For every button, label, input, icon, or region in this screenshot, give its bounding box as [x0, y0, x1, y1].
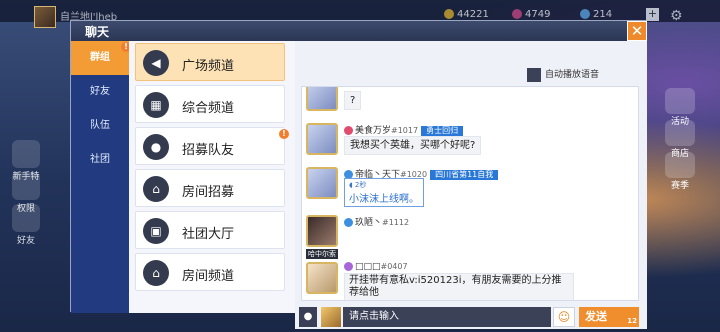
- send-button[interactable]: 发送 12: [579, 307, 639, 327]
- channel-room-label: 房间频道: [182, 269, 235, 284]
- auto-voice-toggle[interactable]: 自动播放语音: [527, 67, 599, 82]
- channel-recruit-badge: !: [279, 129, 289, 139]
- left-item-2[interactable]: 好友: [4, 204, 48, 246]
- channel-recruit-team[interactable]: ● 招募队友: [135, 127, 285, 165]
- voice-transcript: 小沫沫上线啊。: [349, 194, 419, 205]
- message-text: ?: [344, 91, 362, 110]
- message-list[interactable]: ? 美食万岁#1017 勇士回归 我想买个英雄，买哪个好呢? 帝临丶天下#1020…: [301, 86, 639, 301]
- channel-plaza[interactable]: ◀ 广场频道: [135, 43, 285, 81]
- resource-1-value: 44221: [457, 9, 489, 20]
- tab-friends[interactable]: 好友: [71, 75, 129, 109]
- shop-icon: [665, 120, 695, 146]
- channel-recruit-team-label: 招募队友: [182, 143, 235, 158]
- title-badge: 勇士回归: [421, 126, 464, 136]
- message-text: 开挂带有意私v:i520123i，有朋友需要的上分推荐给他: [344, 273, 574, 300]
- chat-tabs: 群组 好友 队伍 社团: [71, 41, 129, 313]
- grid-icon: ▦: [143, 92, 169, 118]
- friend-icon: [12, 204, 40, 232]
- trophy-icon: [665, 152, 695, 178]
- resource-2-value: 4749: [525, 9, 551, 20]
- avatar[interactable]: [306, 87, 338, 111]
- self-avatar: [321, 307, 341, 327]
- channel-plaza-label: 广场频道: [182, 59, 235, 74]
- sender-name: □□□: [355, 262, 381, 272]
- resource-3-value: 214: [593, 9, 613, 20]
- channel-room-recruit-label: 房间招募: [182, 185, 235, 200]
- sender-name: 美食万岁: [355, 126, 392, 136]
- left-item-2-label: 好友: [16, 236, 35, 246]
- speaker-icon: ◀: [143, 50, 169, 76]
- message-meta: 玖陋丶#1112: [344, 215, 409, 228]
- resource-2: 4749: [512, 9, 550, 20]
- message-meta: 美食万岁#1017 勇士回归: [344, 123, 464, 136]
- emoji-icon[interactable]: ☺: [553, 307, 575, 327]
- add-resource-button[interactable]: +: [646, 8, 659, 21]
- avatar[interactable]: [306, 262, 338, 294]
- resource-3: 214: [580, 9, 612, 20]
- gear-icon[interactable]: ⚙: [670, 8, 683, 24]
- chat-modal: 聊天 ✕ 群组 好友 队伍 社团 ! ◀ 广场频道 ▦ 综合频道 ● 招募队友 …: [70, 20, 647, 329]
- channel-general-label: 综合频道: [182, 101, 235, 116]
- message-text: 我想买个英雄，买哪个好呢?: [344, 136, 482, 155]
- chat-input-bar: ● 请点击输入 ☺ 发送 12: [295, 305, 647, 329]
- right-item-2-label: 赛季: [670, 181, 689, 191]
- chat-title: 聊天: [85, 25, 110, 39]
- chat-title-bar: 聊天 ✕: [71, 21, 647, 41]
- house-icon: ⌂: [143, 176, 169, 202]
- chat-input[interactable]: 请点击输入: [343, 307, 551, 327]
- send-label: 发送: [585, 310, 607, 323]
- channel-list: ◀ 广场频道 ▦ 综合频道 ● 招募队友 ! ⌂ 房间招募 ▣ 社团大厅 ⌂ 房…: [129, 41, 295, 313]
- level-icon: [344, 262, 353, 271]
- tab-team[interactable]: 队伍: [71, 109, 129, 143]
- voice-message[interactable]: ◖ 2秒小沫沫上线啊。: [344, 178, 424, 207]
- users-icon: ●: [143, 134, 169, 160]
- level-icon: [344, 126, 353, 135]
- channel-club-hall[interactable]: ▣ 社团大厅: [135, 211, 285, 249]
- checkbox-icon: [527, 67, 541, 82]
- person-icon: [12, 172, 40, 200]
- close-button[interactable]: ✕: [627, 21, 647, 41]
- banner-icon: ▣: [143, 218, 169, 244]
- channel-club-hall-label: 社团大厅: [182, 227, 235, 242]
- hud-top-bar: 自兰地l'lheb 44221 4749 214 + ⚙: [0, 0, 720, 28]
- channel-room[interactable]: ⌂ 房间频道: [135, 253, 285, 291]
- voice-length: ◖ 2秒: [349, 181, 367, 189]
- level-icon: [344, 218, 353, 227]
- avatar[interactable]: [306, 167, 338, 199]
- voice-length-value: 2秒: [354, 181, 367, 189]
- channel-room-recruit[interactable]: ⌂ 房间招募: [135, 169, 285, 207]
- mic-icon[interactable]: ●: [299, 307, 317, 327]
- diamond-icon: [580, 9, 590, 19]
- title-badge: 四川省第11自我: [430, 170, 499, 180]
- send-count: 12: [627, 317, 637, 325]
- avatar-label: 哈中尔索: [306, 249, 338, 259]
- auto-voice-label: 自动播放语音: [545, 70, 600, 80]
- avatar[interactable]: [306, 123, 338, 155]
- sender-name: 玖陋丶: [355, 218, 383, 228]
- sender-id: #1112: [382, 218, 410, 227]
- gift-icon: [12, 140, 40, 168]
- chat-area: 自动播放语音 ? 美食万岁#1017 勇士回归 我想买个英雄，买哪个好呢? 帝临丶…: [295, 41, 647, 329]
- channel-general[interactable]: ▦ 综合频道: [135, 85, 285, 123]
- message-meta: □□□#0407: [344, 262, 408, 272]
- tab-club[interactable]: 社团: [71, 143, 129, 177]
- house-icon: ⌂: [143, 260, 169, 286]
- avatar[interactable]: [306, 215, 338, 247]
- activity-icon: [665, 88, 695, 114]
- sender-id: #0407: [380, 262, 408, 271]
- player-avatar[interactable]: [34, 6, 56, 28]
- gem-icon: [512, 9, 522, 19]
- sender-id: #1017: [391, 126, 419, 135]
- coin-icon: [444, 9, 454, 19]
- right-item-2[interactable]: 赛季: [662, 152, 698, 191]
- resource-1: 44221: [444, 9, 489, 20]
